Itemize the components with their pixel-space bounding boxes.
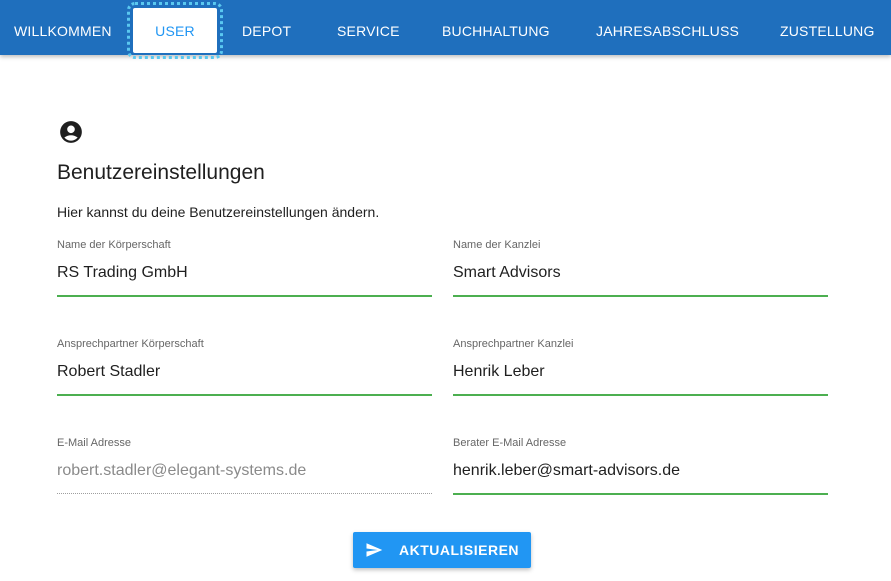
update-button[interactable]: AKTUALISIEREN: [353, 532, 531, 568]
field-label: Berater E-Mail Adresse: [453, 437, 567, 449]
tab-jahresabschluss[interactable]: JAHRESABSCHLUSS: [596, 0, 739, 55]
tab-service[interactable]: SERVICE: [337, 0, 400, 55]
field-underline: [57, 394, 432, 396]
field-label: Name der Kanzlei: [453, 239, 541, 251]
field-label: Name der Körperschaft: [57, 239, 171, 251]
email-input: robert.stadler@elegant-systems.de: [57, 462, 307, 479]
field-koerperschaft-contact[interactable]: Ansprechpartner Körperschaft Robert Stad…: [57, 337, 432, 396]
field-underline: [453, 493, 828, 495]
field-email: E-Mail Adresse robert.stadler@elegant-sy…: [57, 436, 432, 494]
field-koerperschaft-name[interactable]: Name der Körperschaft RS Trading GmbH: [57, 238, 432, 297]
field-underline: [57, 493, 432, 494]
field-underline: [57, 295, 432, 297]
advisor-email-input[interactable]: henrik.leber@smart-advisors.de: [453, 461, 828, 481]
field-kanzlei-contact[interactable]: Ansprechpartner Kanzlei Henrik Leber: [453, 337, 828, 396]
account-circle-icon: [60, 121, 82, 143]
send-icon: [366, 543, 383, 557]
tab-zustellung[interactable]: ZUSTELLUNG: [780, 0, 875, 55]
koerperschaft-contact-input[interactable]: Robert Stadler: [57, 362, 432, 382]
koerperschaft-name-input[interactable]: RS Trading GmbH: [57, 263, 432, 283]
field-kanzlei-name[interactable]: Name der Kanzlei Smart Advisors: [453, 238, 828, 297]
field-label: Ansprechpartner Kanzlei: [453, 338, 574, 350]
page-title: Benutzereinstellungen: [57, 161, 265, 184]
field-underline: [453, 295, 828, 297]
tab-willkommen[interactable]: WILLKOMMEN: [14, 0, 112, 55]
field-label: E-Mail Adresse: [57, 437, 131, 449]
tab-buchhaltung[interactable]: BUCHHALTUNG: [442, 0, 550, 55]
update-button-label: AKTUALISIEREN: [398, 542, 520, 558]
kanzlei-name-input[interactable]: Smart Advisors: [453, 263, 828, 283]
field-underline: [453, 394, 828, 396]
kanzlei-contact-input[interactable]: Henrik Leber: [453, 362, 828, 382]
top-navigation: WILLKOMMEN USER DEPOT SERVICE BUCHHALTUN…: [0, 0, 891, 59]
field-label: Ansprechpartner Körperschaft: [57, 338, 204, 350]
tab-depot[interactable]: DEPOT: [242, 0, 291, 55]
page-description: Hier kannst du deine Benutzereinstellung…: [57, 204, 380, 220]
user-settings-panel: Benutzereinstellungen Hier kannst du dei…: [0, 55, 891, 581]
tab-user[interactable]: USER: [127, 2, 223, 59]
field-advisor-email[interactable]: Berater E-Mail Adresse henrik.leber@smar…: [453, 436, 828, 495]
